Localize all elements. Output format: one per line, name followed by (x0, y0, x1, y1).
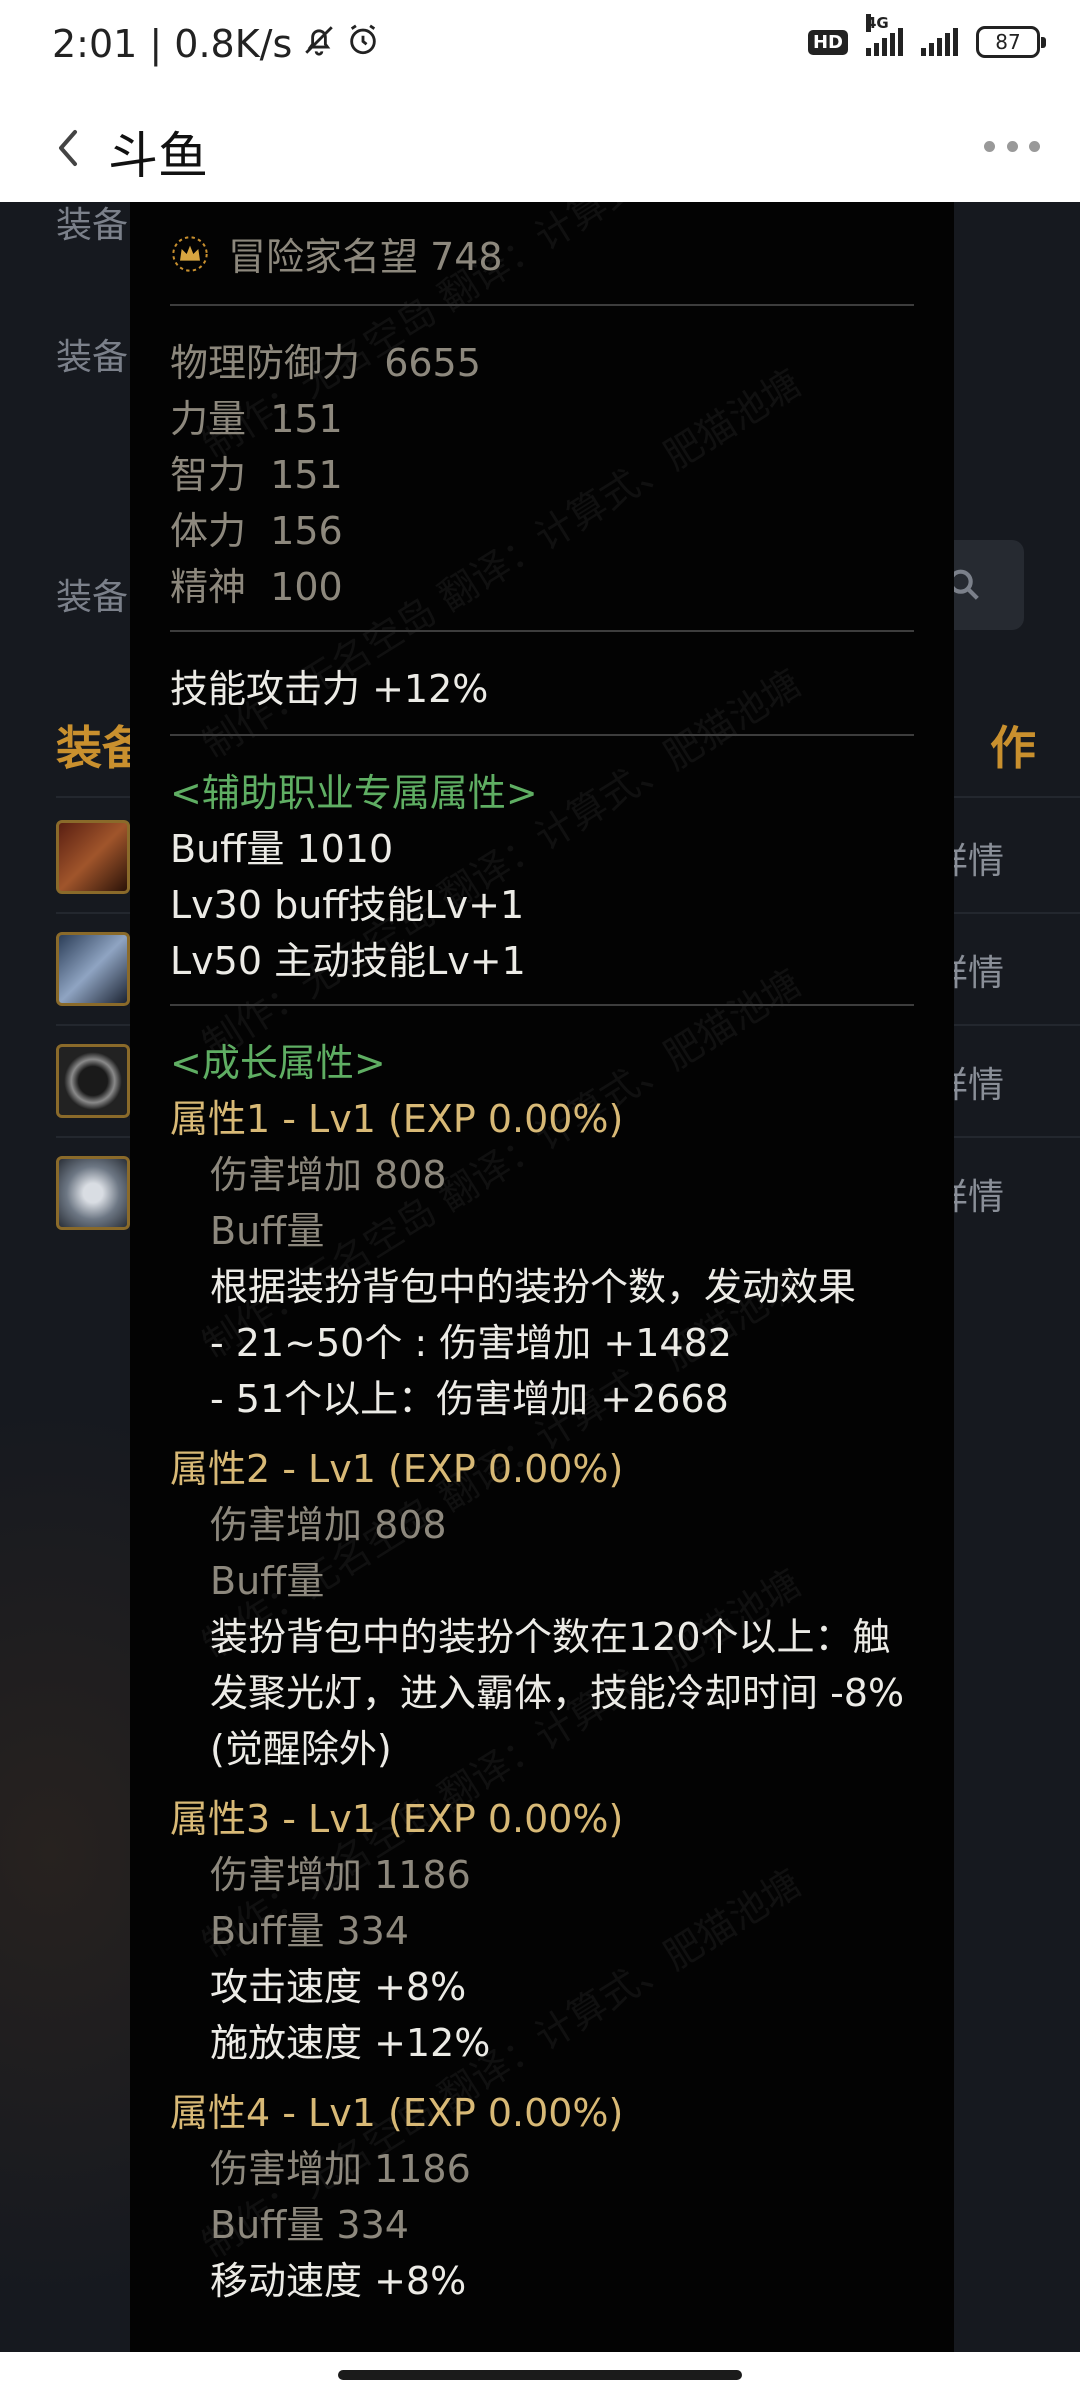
attr4-desc: 移动速度 +8% (210, 2259, 467, 2303)
more-dot (984, 140, 995, 152)
attr2-desc: 装扮背包中的装扮个数在120个以上：触 (210, 1615, 891, 1659)
attr2-buff: Buff量 (210, 1559, 325, 1603)
skill-attack: 技能攻击力 +12% (170, 667, 489, 711)
item-tooltip: 制作：无名空岛 翻译：计算式、肥猫池塘 制作：无名空岛 翻译：计算式、肥猫池塘 … (130, 202, 954, 2352)
attr3-desc: 施放速度 +12% (210, 2021, 491, 2065)
attr2-desc: (觉醒除外) (210, 1727, 392, 1771)
bg-label: 装备 (56, 337, 129, 378)
status-time-speed: 2:01 | 0.8K/s (52, 22, 293, 66)
attr1-desc: - 21~50个 : 伤害增加 +1482 (210, 1321, 732, 1365)
stat-row: 体力 156 (170, 500, 343, 555)
equipment-icon[interactable] (56, 820, 130, 894)
crown-icon (172, 235, 208, 272)
home-indicator[interactable] (338, 2370, 742, 2380)
more-dot (1006, 140, 1018, 152)
network-type: 4G (866, 14, 889, 32)
more-dot (1029, 140, 1040, 152)
separator (170, 1004, 914, 1006)
stat-name: 体力 (170, 509, 247, 553)
equipment-icon[interactable] (56, 1156, 130, 1230)
attr3-title: 属性3 - Lv1 (EXP 0.00%) (170, 1797, 624, 1841)
separator (170, 630, 914, 632)
hd-badge: HD (807, 29, 848, 55)
stat-value: 156 (270, 509, 343, 553)
status-bar: 2:01 | 0.8K/s HD 4G 87 (0, 0, 1080, 96)
attr1-title: 属性1 - Lv1 (EXP 0.00%) (170, 1097, 624, 1141)
bell-off-icon (302, 22, 336, 66)
stat-row: 精神 100 (170, 556, 343, 611)
stat-name: 力量 (170, 397, 247, 441)
app-header: 斗鱼 (0, 96, 1080, 202)
page-title: 斗鱼 (108, 127, 208, 185)
stat-name: 物理防御力 (170, 341, 361, 385)
reputation-row: 冒险家名望 748 (170, 226, 503, 281)
stat-row: 智力 151 (170, 444, 343, 499)
attr4-buff: Buff量 334 (210, 2203, 409, 2247)
attr3-buff: Buff量 334 (210, 1909, 409, 1953)
attr3-damage: 伤害增加 1186 (210, 1853, 471, 1897)
battery-level: 87 (995, 30, 1021, 54)
growth-title: <成长属性> (170, 1041, 386, 1085)
attr3-desc: 攻击速度 +8% (210, 1965, 467, 2009)
attr4-title: 属性4 - Lv1 (EXP 0.00%) (170, 2091, 624, 2135)
status-right: HD 4G 87 (807, 14, 1046, 58)
attr1-desc: 根据装扮背包中的装扮个数，发动效果 (210, 1265, 857, 1309)
bg-label: 装备 (56, 577, 129, 618)
support-title: <辅助职业专属属性> (170, 771, 538, 815)
stat-row: 物理防御力 6655 (170, 332, 481, 387)
attr4-damage: 伤害增加 1186 (210, 2147, 471, 2191)
support-line: Buff量 1010 (170, 827, 394, 871)
section-heading-right: 作 (990, 721, 1036, 775)
cellular-signal-icon: 4G (866, 14, 903, 56)
status-left: 2:01 | 0.8K/s (52, 22, 380, 66)
stat-value: 151 (270, 453, 343, 497)
bg-label: 装备 (56, 205, 129, 246)
attr2-damage: 伤害增加 808 (210, 1503, 447, 1547)
alarm-icon (346, 22, 380, 66)
battery-icon: 87 (976, 26, 1046, 58)
attr2-desc: 发聚光灯，进入霸体，技能冷却时间 -8% (210, 1671, 905, 1715)
equipment-icon[interactable] (56, 932, 130, 1006)
attr1-damage: 伤害增加 808 (210, 1153, 447, 1197)
more-button[interactable] (984, 126, 1040, 166)
stat-value: 100 (270, 565, 343, 609)
stat-value: 6655 (384, 341, 481, 385)
back-button[interactable] (38, 118, 98, 178)
separator (170, 734, 914, 736)
support-line: Lv50 主动技能Lv+1 (170, 939, 526, 983)
separator (170, 304, 914, 306)
attr2-title: 属性2 - Lv1 (EXP 0.00%) (170, 1447, 624, 1491)
equipment-icon[interactable] (56, 1044, 130, 1118)
reputation-text: 冒险家名望 748 (228, 235, 503, 279)
chevron-left-icon (59, 130, 77, 166)
stat-name: 精神 (170, 565, 247, 609)
support-line: Lv30 buff技能Lv+1 (170, 883, 525, 927)
attr1-desc: - 51个以上：伤害增加 +2668 (210, 1377, 729, 1421)
stat-value: 151 (270, 397, 343, 441)
attr1-buff: Buff量 (210, 1209, 325, 1253)
stat-row: 力量 151 (170, 388, 343, 443)
stat-name: 智力 (170, 453, 247, 497)
cellular-signal-2-icon (921, 28, 958, 56)
